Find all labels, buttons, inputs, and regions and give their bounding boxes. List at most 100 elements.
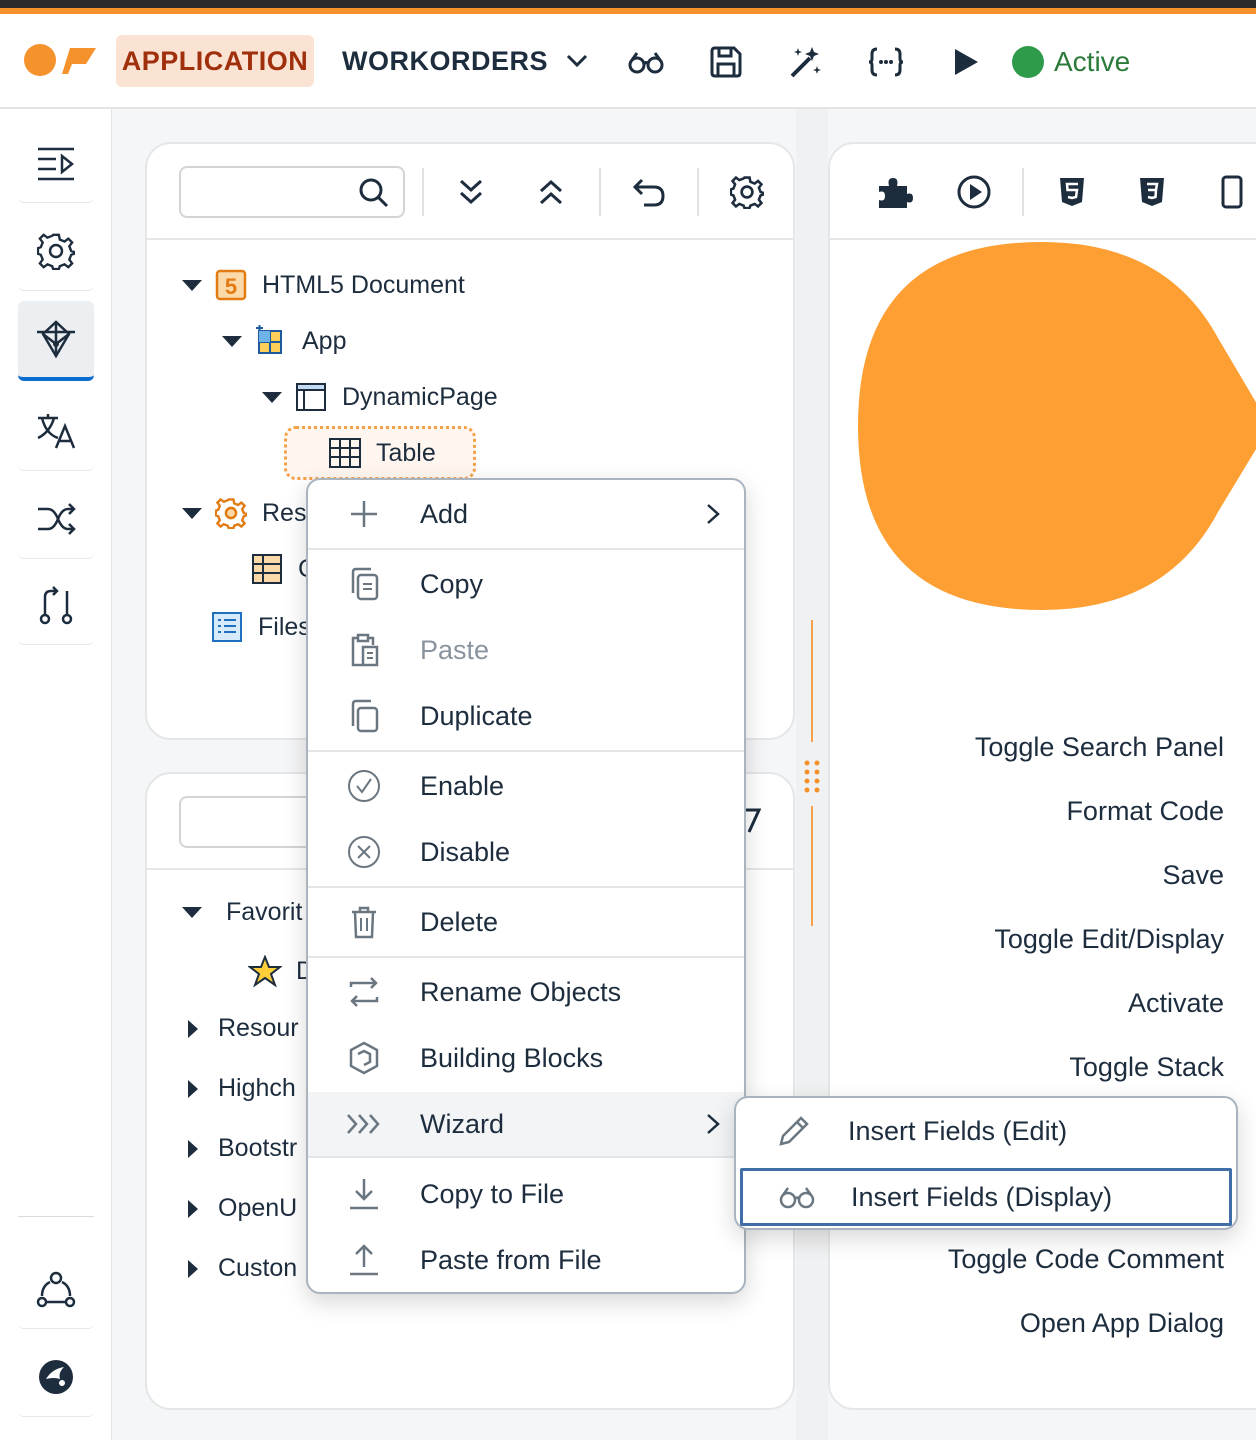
caret-right-icon[interactable] — [188, 1199, 198, 1218]
library-group-label: Custon — [218, 1254, 298, 1282]
app-toolbar: APPLICATION WORKORDERS Active — [0, 14, 1256, 109]
library-group-bootstrap[interactable]: Bootstr — [188, 1134, 297, 1163]
menu-item-building-blocks[interactable]: Building Blocks — [308, 1030, 744, 1086]
submenu-item-insert-fields-display[interactable]: Insert Fields (Display) — [740, 1168, 1232, 1226]
trash-icon — [346, 904, 382, 940]
library-group-favorites[interactable]: Favorit — [182, 898, 302, 927]
workorders-label: WORKORDERS — [342, 45, 548, 76]
outline-icon[interactable] — [18, 123, 94, 203]
caret-down-icon[interactable] — [182, 507, 202, 519]
library-group-custom[interactable]: Custon — [188, 1254, 297, 1283]
library-group-label: Highch — [218, 1074, 296, 1102]
html5-icon: 5 — [214, 268, 248, 302]
library-group-label: Bootstr — [218, 1134, 298, 1162]
caret-down-icon[interactable] — [182, 907, 202, 918]
magic-wand-icon[interactable] — [786, 42, 826, 82]
tree-node-table[interactable]: Table — [328, 436, 436, 470]
splitter-grip-icon[interactable] — [803, 760, 821, 794]
menu-item-enable[interactable]: Enable — [308, 758, 744, 814]
gear-icon[interactable] — [727, 172, 767, 212]
caret-right-icon[interactable] — [188, 1019, 198, 1038]
library-group-label: Favorit — [226, 898, 303, 926]
undo-icon[interactable] — [629, 172, 669, 212]
glasses-icon[interactable] — [626, 42, 666, 82]
menu-item-rename[interactable]: Rename Objects — [308, 964, 744, 1020]
tree-node-resources[interactable]: Reso — [182, 496, 320, 530]
chevron-down-icon — [566, 54, 588, 68]
tree-node-app[interactable]: App — [222, 324, 346, 358]
duplicate-icon — [346, 698, 382, 734]
network-icon[interactable] — [18, 301, 94, 381]
library-group-label: Resour — [218, 1014, 299, 1042]
caret-down-icon[interactable] — [222, 335, 242, 347]
phone-icon[interactable] — [1212, 172, 1252, 212]
splitter-line — [811, 806, 813, 926]
shortcut-activate: Activate — [1127, 988, 1224, 1018]
library-group-openui[interactable]: OpenU — [188, 1194, 297, 1223]
tree-node-dynamicpage[interactable]: DynamicPage — [262, 380, 498, 414]
download-icon — [346, 1176, 382, 1212]
menu-item-paste[interactable]: Paste — [308, 622, 744, 678]
menu-item-copy-to-file[interactable]: Copy to File — [308, 1166, 744, 1222]
puzzle-icon[interactable] — [876, 172, 916, 212]
collapse-all-icon[interactable] — [531, 172, 571, 212]
library-item-favorite[interactable]: D — [248, 954, 314, 988]
translate-icon[interactable] — [18, 391, 94, 471]
splitter-line — [811, 620, 813, 742]
library-group-label: OpenU — [218, 1194, 298, 1222]
save-icon[interactable] — [706, 42, 746, 82]
caret-right-icon[interactable] — [188, 1079, 198, 1098]
hierarchy-icon[interactable] — [18, 1249, 94, 1329]
cog-resources-icon — [214, 496, 248, 530]
application-button[interactable]: APPLICATION — [116, 35, 314, 87]
toolbar-separator — [697, 168, 699, 216]
svg-text:5: 5 — [225, 274, 237, 299]
menu-item-delete[interactable]: Delete — [308, 894, 744, 950]
menu-item-copy[interactable]: Copy — [308, 556, 744, 612]
table-resource-icon — [250, 552, 284, 586]
flow-icon[interactable] — [18, 565, 94, 645]
editor-toolbar — [830, 144, 1256, 240]
settings-icon[interactable] — [18, 211, 94, 291]
page-layout-icon — [294, 380, 328, 414]
context-menu: Add Copy Paste Duplicate Enable Disable … — [306, 478, 746, 1294]
outline-search-input[interactable] — [179, 166, 405, 218]
code-braces-icon[interactable] — [866, 42, 906, 82]
menu-item-paste-from-file[interactable]: Paste from File — [308, 1232, 744, 1288]
tree-node-label: HTML5 Document — [262, 270, 465, 299]
play-icon[interactable] — [946, 42, 986, 82]
menu-item-duplicate[interactable]: Duplicate — [308, 688, 744, 744]
caret-right-icon[interactable] — [188, 1259, 198, 1278]
app-icon — [254, 324, 288, 358]
shortcut-save: Save — [1162, 860, 1224, 890]
shuffle-icon[interactable] — [18, 479, 94, 559]
caret-down-icon[interactable] — [182, 279, 202, 291]
toolbar-separator — [422, 168, 424, 216]
menu-separator — [308, 1156, 744, 1158]
caret-down-icon[interactable] — [262, 391, 282, 403]
library-group-highcharts[interactable]: Highch — [188, 1074, 296, 1103]
shortcut-toggle-search: Toggle Search Panel — [974, 732, 1224, 762]
html5-code-icon[interactable] — [1052, 172, 1092, 212]
expand-all-icon[interactable] — [451, 172, 491, 212]
menu-item-wizard[interactable]: Wizard — [308, 1092, 744, 1156]
bird-icon[interactable] — [18, 1337, 94, 1417]
menu-item-add[interactable]: Add — [308, 486, 744, 542]
css3-icon[interactable] — [1132, 172, 1172, 212]
caret-right-icon[interactable] — [188, 1139, 198, 1158]
menu-separator — [308, 750, 744, 752]
submenu-item-insert-fields-edit[interactable]: Insert Fields (Edit) — [736, 1102, 1236, 1160]
toolbar-separator — [1022, 168, 1024, 216]
status-dot — [1012, 46, 1044, 78]
building-block-icon — [346, 1040, 382, 1076]
tree-node-label: Table — [376, 438, 436, 467]
tree-node-label: DynamicPage — [342, 382, 498, 411]
play-circle-icon[interactable] — [954, 172, 994, 212]
tree-node-html5[interactable]: 5 HTML5 Document — [182, 268, 465, 302]
files-list-icon — [210, 610, 244, 644]
tree-node-files[interactable]: Files — [210, 610, 311, 644]
menu-item-disable[interactable]: Disable — [308, 824, 744, 880]
library-group-resources[interactable]: Resour — [188, 1014, 299, 1043]
workorders-dropdown[interactable]: WORKORDERS — [342, 35, 588, 87]
shortcut-open-app: Open App Dialog — [1019, 1308, 1224, 1338]
